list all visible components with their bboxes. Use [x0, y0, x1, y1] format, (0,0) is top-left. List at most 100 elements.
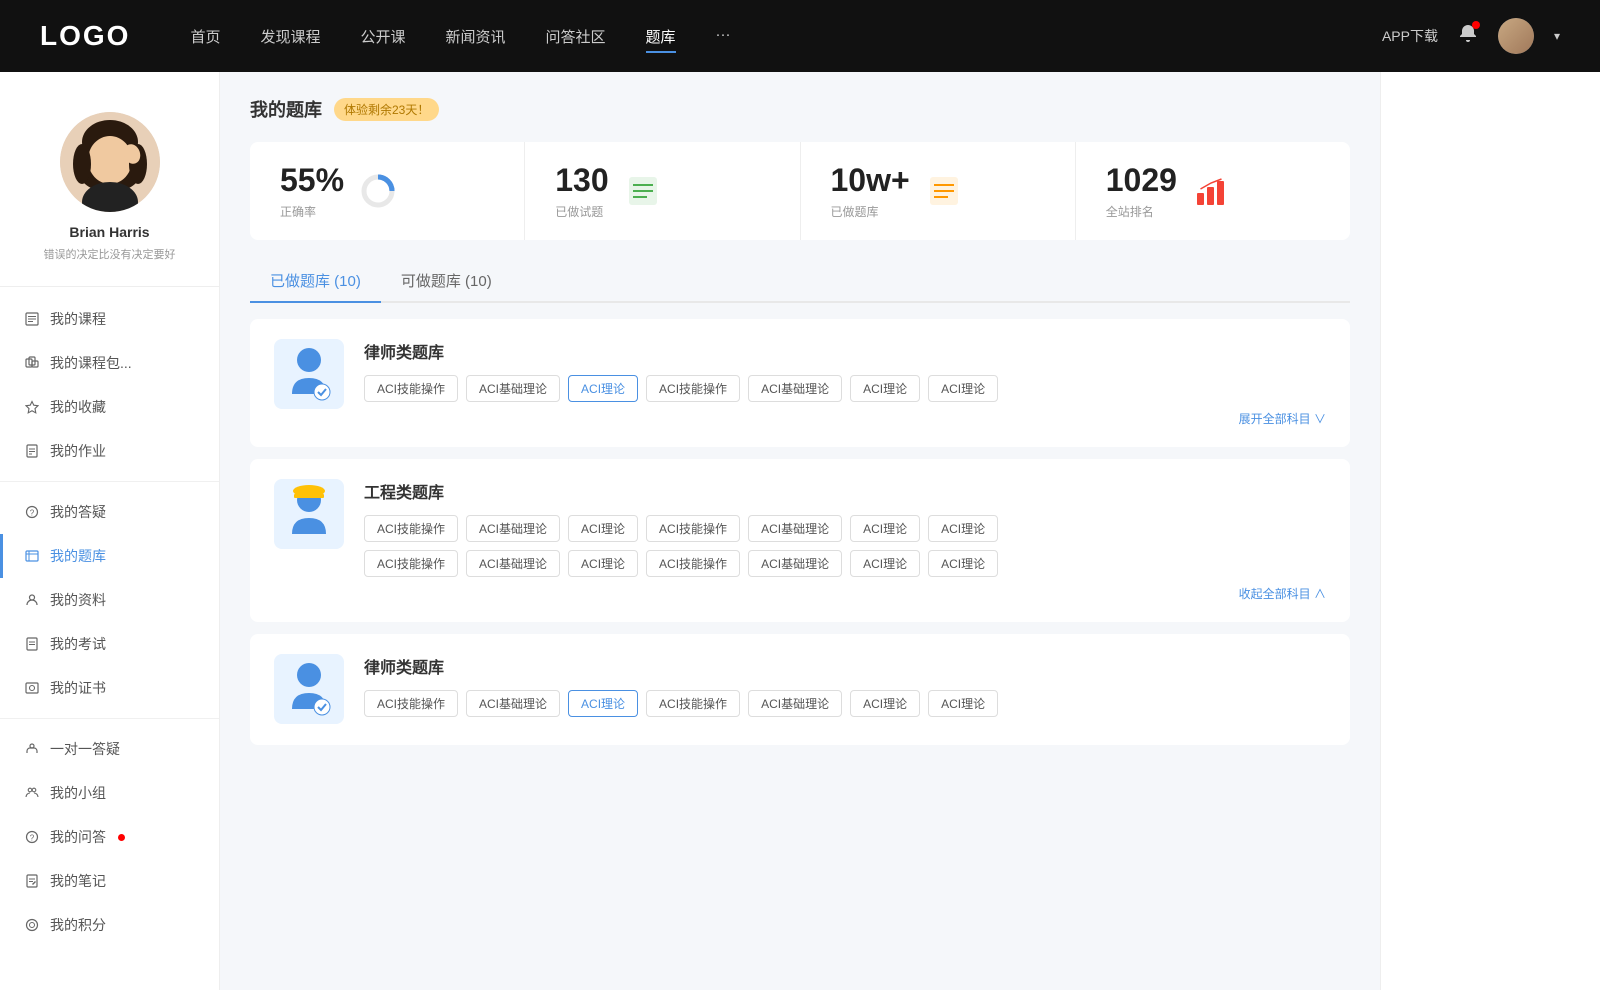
tag-2-0-1[interactable]: ACI基础理论	[466, 690, 560, 717]
nav-links: 首页 发现课程 公开课 新闻资讯 问答社区 题库 ···	[190, 26, 1382, 47]
tag-2-0-3[interactable]: ACI技能操作	[646, 690, 740, 717]
sidebar-item-my-notes[interactable]: 我的笔记	[0, 859, 219, 903]
sidebar-item-question-bank[interactable]: 我的题库	[0, 534, 219, 578]
nav-right: APP下载 ▾	[1382, 18, 1560, 54]
user-avatar[interactable]	[1498, 18, 1534, 54]
nav-discover[interactable]: 发现课程	[260, 26, 320, 47]
bank-card-0: 律师类题库 ACI技能操作 ACI基础理论 ACI理论 ACI技能操作 ACI基…	[250, 319, 1350, 447]
tag-1-0-0[interactable]: ACI技能操作	[364, 515, 458, 542]
bank-title-2: 律师类题库	[364, 654, 1326, 678]
sidebar-item-my-points[interactable]: 我的积分	[0, 903, 219, 947]
sidebar-item-my-courses[interactable]: 我的课程	[0, 297, 219, 341]
page-layout: Brian Harris 错误的决定比没有决定要好 我的课程 我的课程包...	[0, 72, 1600, 990]
tag-1-0-2[interactable]: ACI理论	[568, 515, 638, 542]
tag-2-0-4[interactable]: ACI基础理论	[748, 690, 842, 717]
logo[interactable]: LOGO	[40, 20, 130, 52]
navbar: LOGO 首页 发现课程 公开课 新闻资讯 问答社区 题库 ··· APP下载 …	[0, 0, 1600, 72]
tab-available-banks[interactable]: 可做题库 (10)	[381, 260, 512, 301]
sidebar-item-course-package[interactable]: 我的课程包...	[0, 341, 219, 385]
tag-1-1-4[interactable]: ACI基础理论	[748, 550, 842, 577]
stat-done-questions-content: 130 已做试题	[555, 162, 608, 220]
favorites-label: 我的收藏	[50, 397, 106, 417]
tag-1-0-5[interactable]: ACI理论	[850, 515, 920, 542]
sidebar-item-my-group[interactable]: 我的小组	[0, 771, 219, 815]
tag-2-0-0[interactable]: ACI技能操作	[364, 690, 458, 717]
sidebar-item-homework[interactable]: 我的作业	[0, 429, 219, 473]
sidebar-item-my-info[interactable]: 我的资料	[0, 578, 219, 622]
tag-1-1-6[interactable]: ACI理论	[928, 550, 998, 577]
sidebar-item-favorites[interactable]: 我的收藏	[0, 385, 219, 429]
user-menu-chevron[interactable]: ▾	[1554, 29, 1560, 43]
stat-done-questions-label: 已做试题	[555, 203, 608, 220]
homework-icon	[24, 443, 40, 459]
tag-0-0-4[interactable]: ACI基础理论	[748, 375, 842, 402]
sidebar-item-one-on-one[interactable]: 一对一答疑	[0, 727, 219, 771]
tag-0-0-2[interactable]: ACI理论	[568, 375, 638, 402]
sidebar-item-my-cert[interactable]: 我的证书	[0, 666, 219, 710]
nav-qa[interactable]: 问答社区	[546, 26, 606, 47]
stat-done-banks-label: 已做题库	[831, 203, 910, 220]
bank-content-0: 律师类题库 ACI技能操作 ACI基础理论 ACI理论 ACI技能操作 ACI基…	[364, 339, 1326, 427]
my-courses-icon	[24, 311, 40, 327]
tag-1-1-0[interactable]: ACI技能操作	[364, 550, 458, 577]
my-group-icon	[24, 785, 40, 801]
my-exam-label: 我的考试	[50, 634, 106, 654]
tag-1-0-1[interactable]: ACI基础理论	[466, 515, 560, 542]
tag-1-1-2[interactable]: ACI理论	[568, 550, 638, 577]
tag-2-0-2[interactable]: ACI理论	[568, 690, 638, 717]
course-package-icon	[24, 355, 40, 371]
sidebar-profile: Brian Harris 错误的决定比没有决定要好	[0, 92, 219, 287]
my-exam-icon	[24, 636, 40, 652]
tag-2-0-6[interactable]: ACI理论	[928, 690, 998, 717]
my-questions-label: 我的问答	[50, 827, 106, 847]
question-bank-icon	[24, 548, 40, 564]
questions-notification-dot	[118, 834, 125, 841]
collapse-link-1[interactable]: 收起全部科目 ∧	[364, 585, 1326, 602]
tag-1-0-3[interactable]: ACI技能操作	[646, 515, 740, 542]
main-content: 我的题库 体验剩余23天！ 55% 正确率	[220, 72, 1380, 990]
bank-title-0: 律师类题库	[364, 339, 1326, 363]
nav-open-course[interactable]: 公开课	[360, 26, 405, 47]
tag-0-0-3[interactable]: ACI技能操作	[646, 375, 740, 402]
my-courses-label: 我的课程	[50, 309, 106, 329]
tag-0-0-1[interactable]: ACI基础理论	[466, 375, 560, 402]
sidebar-item-my-questions[interactable]: ? 我的问答	[0, 815, 219, 859]
tag-1-1-3[interactable]: ACI技能操作	[646, 550, 740, 577]
sidebar-item-my-qa[interactable]: ? 我的答疑	[0, 490, 219, 534]
bank-card-2: 律师类题库 ACI技能操作 ACI基础理论 ACI理论 ACI技能操作 ACI基…	[250, 634, 1350, 745]
stats-row: 55% 正确率 130 已做试题	[250, 142, 1350, 240]
stat-rank-value: 1029	[1106, 162, 1177, 199]
sidebar-item-my-exam[interactable]: 我的考试	[0, 622, 219, 666]
app-download-link[interactable]: APP下载	[1382, 26, 1438, 46]
nav-question-bank[interactable]: 题库	[646, 26, 676, 47]
notification-bell[interactable]	[1458, 23, 1478, 50]
divider-2	[0, 718, 219, 719]
tag-0-0-0[interactable]: ACI技能操作	[364, 375, 458, 402]
tab-done-banks[interactable]: 已做题库 (10)	[250, 260, 381, 301]
nav-more[interactable]: ···	[716, 26, 731, 47]
stat-rank: 1029 全站排名	[1076, 142, 1350, 240]
tag-2-0-5[interactable]: ACI理论	[850, 690, 920, 717]
my-info-icon	[24, 592, 40, 608]
my-notes-label: 我的笔记	[50, 871, 106, 891]
tag-1-1-1[interactable]: ACI基础理论	[466, 550, 560, 577]
stat-done-banks: 10w+ 已做题库	[801, 142, 1076, 240]
stat-done-banks-content: 10w+ 已做题库	[831, 162, 910, 220]
tag-0-0-5[interactable]: ACI理论	[850, 375, 920, 402]
bank-content-2: 律师类题库 ACI技能操作 ACI基础理论 ACI理论 ACI技能操作 ACI基…	[364, 654, 1326, 725]
stat-done-banks-value: 10w+	[831, 162, 910, 199]
nav-news[interactable]: 新闻资讯	[446, 26, 506, 47]
tag-0-0-6[interactable]: ACI理论	[928, 375, 998, 402]
tag-1-0-6[interactable]: ACI理论	[928, 515, 998, 542]
my-cert-label: 我的证书	[50, 678, 106, 698]
svg-text:?: ?	[30, 834, 35, 843]
expand-link-0[interactable]: 展开全部科目 ∨	[364, 410, 1326, 427]
tag-1-1-5[interactable]: ACI理论	[850, 550, 920, 577]
my-cert-icon	[24, 680, 40, 696]
notification-dot	[1472, 21, 1480, 29]
tag-1-0-4[interactable]: ACI基础理论	[748, 515, 842, 542]
tabs-row: 已做题库 (10) 可做题库 (10)	[250, 260, 1350, 303]
nav-home[interactable]: 首页	[190, 26, 220, 47]
homework-label: 我的作业	[50, 441, 106, 461]
my-points-icon	[24, 917, 40, 933]
